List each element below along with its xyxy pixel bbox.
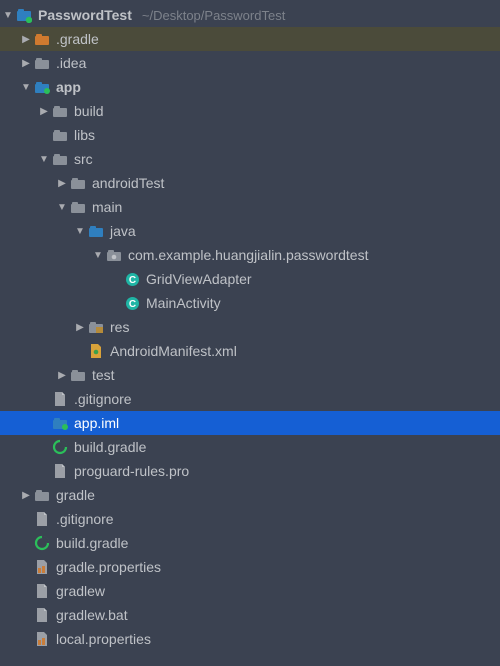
chevron-down-icon[interactable]: ▼ — [20, 82, 32, 93]
folder-icon — [52, 151, 68, 167]
root-name: PasswordTest — [38, 3, 132, 27]
tree-item-label: build — [74, 99, 104, 123]
folder-src-icon — [88, 223, 104, 239]
tree-item-label: .gradle — [56, 27, 99, 51]
chevron-down-icon[interactable]: ▼ — [74, 226, 86, 237]
folder-res-icon — [88, 319, 104, 335]
module-icon — [34, 79, 50, 95]
properties-icon — [34, 631, 50, 647]
folder-icon — [52, 127, 68, 143]
tree-item-label: gradlew.bat — [56, 603, 128, 627]
tree-root[interactable]: ▼ PasswordTest ~/Desktop/PasswordTest — [0, 3, 500, 27]
file-icon — [52, 391, 68, 407]
module-file-icon — [52, 415, 68, 431]
folder-icon — [70, 175, 86, 191]
chevron-right-icon[interactable]: ▶ — [74, 322, 86, 333]
tree-item-label: main — [92, 195, 122, 219]
folder-icon — [34, 55, 50, 71]
chevron-right-icon[interactable]: ▶ — [20, 34, 32, 45]
chevron-down-icon[interactable]: ▼ — [2, 10, 14, 21]
tree-item-app-iml[interactable]: app.iml — [0, 411, 500, 435]
chevron-right-icon[interactable]: ▶ — [56, 178, 68, 189]
tree-item-label: com.example.huangjialin.passwordtest — [128, 243, 368, 267]
tree-item-label: local.properties — [56, 627, 151, 651]
tree-item-main[interactable]: ▼ main — [0, 195, 500, 219]
tree-item-gradle-props[interactable]: gradle.properties — [0, 555, 500, 579]
tree-item-build[interactable]: ▶ build — [0, 99, 500, 123]
tree-item-label: test — [92, 363, 115, 387]
tree-item-MainActivity[interactable]: C MainActivity — [0, 291, 500, 315]
tree-item-gradle-folder[interactable]: ▶ gradle — [0, 483, 500, 507]
tree-item-label: res — [110, 315, 129, 339]
tree-item-label: proguard-rules.pro — [74, 459, 189, 483]
tree-item-libs[interactable]: libs — [0, 123, 500, 147]
tree-item-label: AndroidManifest.xml — [110, 339, 237, 363]
tree-item-label: libs — [74, 123, 95, 147]
tree-item-java[interactable]: ▼ java — [0, 219, 500, 243]
folder-icon — [70, 367, 86, 383]
tree-item-label: build.gradle — [56, 531, 128, 555]
xml-icon — [88, 343, 104, 359]
tree-item-test[interactable]: ▶ test — [0, 363, 500, 387]
chevron-right-icon[interactable]: ▶ — [20, 58, 32, 69]
tree-item-root-build-gradle[interactable]: build.gradle — [0, 531, 500, 555]
tree-item-label: app — [56, 75, 81, 99]
tree-item-root-gitignore[interactable]: .gitignore — [0, 507, 500, 531]
svg-text:C: C — [128, 299, 135, 310]
tree-item-app[interactable]: ▼ app — [0, 75, 500, 99]
tree-item-manifest[interactable]: AndroidManifest.xml — [0, 339, 500, 363]
chevron-right-icon[interactable]: ▶ — [38, 106, 50, 117]
tree-item-label: GridViewAdapter — [146, 267, 252, 291]
file-icon — [34, 607, 50, 623]
tree-item-label: src — [74, 147, 93, 171]
tree-item-label: gradlew — [56, 579, 105, 603]
tree-item-label: app.iml — [74, 411, 119, 435]
file-icon — [34, 511, 50, 527]
chevron-down-icon[interactable]: ▼ — [38, 154, 50, 165]
tree-item-label: .gitignore — [56, 507, 114, 531]
file-icon — [34, 583, 50, 599]
tree-item-gradle-dir[interactable]: ▶ .gradle — [0, 27, 500, 51]
tree-item-label: gradle.properties — [56, 555, 161, 579]
root-path: ~/Desktop/PasswordTest — [142, 8, 285, 23]
file-icon — [52, 463, 68, 479]
tree-item-src[interactable]: ▼ src — [0, 147, 500, 171]
properties-icon — [34, 559, 50, 575]
tree-item-label: MainActivity — [146, 291, 221, 315]
tree-item-app-build-gradle[interactable]: build.gradle — [0, 435, 500, 459]
class-icon: C — [124, 295, 140, 311]
class-icon: C — [124, 271, 140, 287]
gradle-icon — [52, 439, 68, 455]
folder-orange-icon — [34, 31, 50, 47]
chevron-down-icon[interactable]: ▼ — [92, 250, 104, 261]
tree-item-GridViewAdapter[interactable]: C GridViewAdapter — [0, 267, 500, 291]
project-icon — [16, 7, 32, 23]
tree-item-res[interactable]: ▶ res — [0, 315, 500, 339]
svg-text:C: C — [128, 275, 135, 286]
project-tree: ▼ PasswordTest ~/Desktop/PasswordTest ▶.… — [0, 0, 500, 651]
folder-icon — [34, 487, 50, 503]
tree-item-androidTest[interactable]: ▶ androidTest — [0, 171, 500, 195]
tree-item-label: .gitignore — [74, 387, 132, 411]
tree-item-local-props[interactable]: local.properties — [0, 627, 500, 651]
chevron-down-icon[interactable]: ▼ — [56, 202, 68, 213]
folder-icon — [52, 103, 68, 119]
chevron-right-icon[interactable]: ▶ — [56, 370, 68, 381]
tree-item-label: build.gradle — [74, 435, 146, 459]
tree-item-label: androidTest — [92, 171, 164, 195]
tree-item-gradlew-bat[interactable]: gradlew.bat — [0, 603, 500, 627]
tree-item-label: java — [110, 219, 136, 243]
tree-item-app-gitignore[interactable]: .gitignore — [0, 387, 500, 411]
tree-item-idea[interactable]: ▶ .idea — [0, 51, 500, 75]
tree-item-gradlew[interactable]: gradlew — [0, 579, 500, 603]
tree-item-label: gradle — [56, 483, 95, 507]
tree-item-label: .idea — [56, 51, 86, 75]
chevron-right-icon[interactable]: ▶ — [20, 490, 32, 501]
tree-item-pkg[interactable]: ▼ com.example.huangjialin.passwordtest — [0, 243, 500, 267]
folder-icon — [70, 199, 86, 215]
gradle-icon — [34, 535, 50, 551]
tree-item-proguard[interactable]: proguard-rules.pro — [0, 459, 500, 483]
package-icon — [106, 247, 122, 263]
